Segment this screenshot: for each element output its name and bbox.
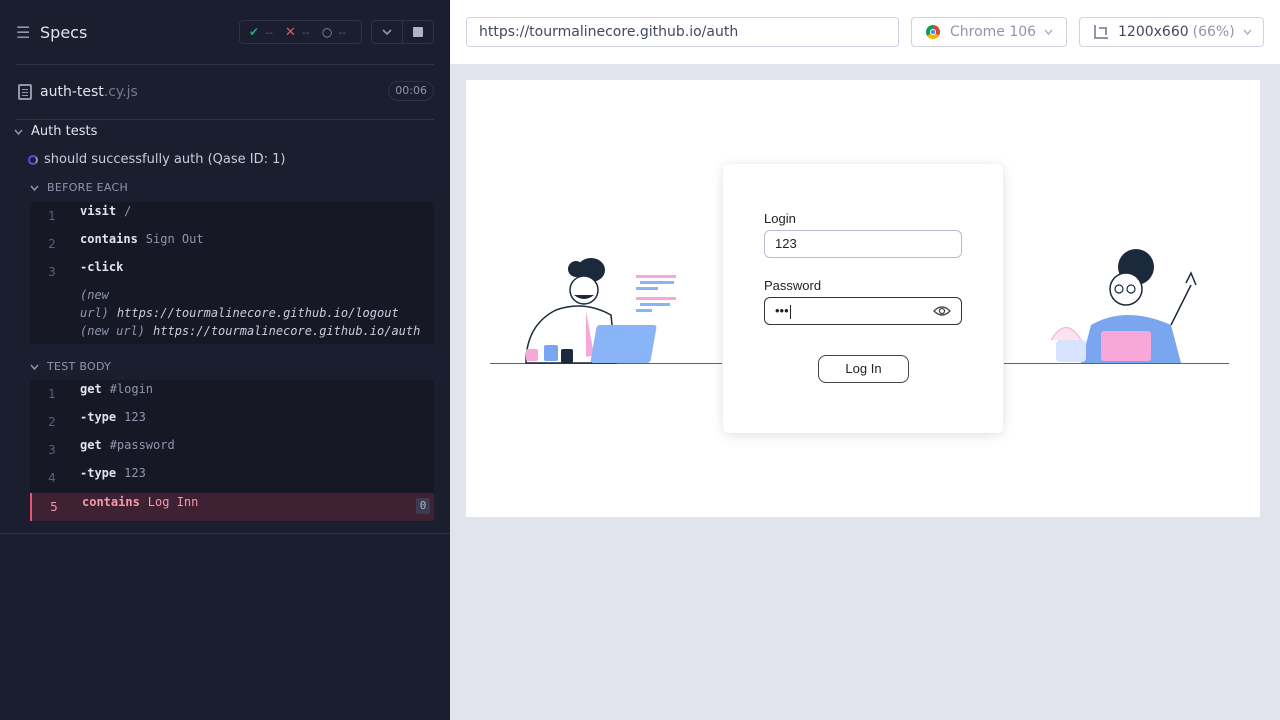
test-title: should successfully auth (Qase ID: 1) <box>44 152 286 167</box>
divider <box>0 533 450 534</box>
specs-title[interactable]: Specs <box>40 23 87 42</box>
url-bar[interactable]: https://tourmalinecore.github.io/auth <box>466 17 899 47</box>
hook-label: TEST BODY <box>47 360 112 373</box>
developer-illustration <box>525 258 676 364</box>
browser-name: Chrome 106 <box>950 24 1037 40</box>
url-log[interactable]: (new url) https://tourmalinecore.github.i… <box>80 322 420 340</box>
file-icon <box>18 84 32 100</box>
command-row-failed[interactable]: 5 contains Log Inn 0 <box>30 493 434 521</box>
url-log-url: https://tourmalinecore.github.io/logout <box>116 306 399 320</box>
divider <box>16 64 434 65</box>
login-button[interactable]: Log In <box>818 355 909 383</box>
command-arg: 123 <box>124 466 146 480</box>
command-name: -type <box>80 410 117 424</box>
before-each-commands: 1 visit / 2 contains Sign Out 3 -click (ne… <box>30 202 434 344</box>
app-viewport: Login 123 Password ••• Log In <box>466 80 1260 517</box>
test-row[interactable]: should successfully auth (Qase ID: 1) <box>28 152 285 167</box>
command-row[interactable]: 3 get #password <box>30 436 434 464</box>
command-name: contains <box>80 232 138 246</box>
chrome-icon <box>926 25 940 39</box>
command-name: -click <box>80 260 124 274</box>
command-arg: / <box>124 204 132 218</box>
spinner-icon: ○ <box>321 25 333 39</box>
password-input[interactable]: ••• <box>764 297 962 325</box>
test-body-commands: 1 get #login 2 -type 123 3 get #password 4 … <box>30 380 434 522</box>
command-row[interactable]: 3 -click <box>30 258 434 286</box>
stop-icon <box>413 27 423 37</box>
element-count-badge: 0 <box>416 498 430 514</box>
command-name: contains <box>82 495 140 509</box>
pending-count: -- <box>338 25 347 39</box>
chevron-down-icon <box>30 185 39 191</box>
passed-count: -- <box>265 25 274 39</box>
before-each-hook[interactable]: BEFORE EACH <box>30 181 128 194</box>
auto-scroll-button[interactable] <box>371 20 403 44</box>
chevron-down-icon <box>382 29 392 35</box>
spinner-icon <box>28 154 38 165</box>
command-row[interactable]: 1 get #login <box>30 380 434 408</box>
command-number: 3 <box>48 265 56 279</box>
command-number: 1 <box>48 209 56 223</box>
command-arg: Log Inn <box>147 495 199 509</box>
text-cursor <box>789 304 791 319</box>
login-form: Login 123 Password ••• Log In <box>723 164 1003 433</box>
command-arg: Sign Out <box>145 232 204 246</box>
command-name: get <box>80 382 102 396</box>
viewport-selector[interactable]: 1200x660 (66%) <box>1079 17 1264 47</box>
spec-file-row[interactable]: auth-test .cy.js 00:06 <box>16 78 434 106</box>
password-value: ••• <box>775 303 789 318</box>
menu-icon[interactable]: ☰ <box>16 23 32 42</box>
spec-extension: .cy.js <box>103 84 138 100</box>
browser-selector[interactable]: Chrome 106 <box>911 17 1067 47</box>
command-row[interactable]: 2 -type 123 <box>30 408 434 436</box>
command-number: 2 <box>48 415 56 429</box>
url-log-url: https://tourmalinecore.github.io/auth <box>153 324 421 338</box>
chevron-down-icon <box>1243 29 1252 35</box>
command-arg: #password <box>109 438 175 452</box>
hook-label: BEFORE EACH <box>47 181 129 194</box>
command-number: 3 <box>48 443 56 457</box>
viewport-scale: (66%) <box>1192 24 1235 40</box>
command-arg: 123 <box>124 410 146 424</box>
url-log-prefix: (new url) <box>80 288 109 320</box>
command-row[interactable]: 1 visit / <box>30 202 434 230</box>
user-illustration <box>1050 249 1197 363</box>
stop-button[interactable] <box>402 20 434 44</box>
command-row[interactable]: 2 contains Sign Out <box>30 230 434 258</box>
suite-title: Auth tests <box>31 124 98 139</box>
command-name: get <box>80 438 102 452</box>
reporter-panel: ☰ Specs ✔ -- ✕ -- ○ -- auth-test .cy.js 00:0… <box>0 0 450 720</box>
x-icon: ✕ <box>285 24 296 40</box>
command-row[interactable]: 4 -type 123 <box>30 464 434 492</box>
suite-row[interactable]: Auth tests <box>14 124 97 139</box>
aut-header: https://tourmalinecore.github.io/auth Ch… <box>450 0 1280 64</box>
command-number: 1 <box>48 387 56 401</box>
chevron-down-icon <box>30 364 39 370</box>
command-number: 2 <box>48 237 56 251</box>
command-number: 4 <box>48 471 56 485</box>
chevron-down-icon <box>14 129 23 135</box>
command-arg: #login <box>109 382 154 396</box>
divider <box>16 119 434 120</box>
spec-name: auth-test <box>40 84 104 100</box>
url-log-prefix: (new url) <box>80 324 146 338</box>
viewport-icon <box>1094 25 1108 39</box>
eye-icon[interactable] <box>933 304 951 318</box>
check-icon: ✔ <box>249 25 260 39</box>
login-label: Login <box>764 211 796 226</box>
failed-count: -- <box>301 25 310 39</box>
chevron-down-icon <box>1044 29 1053 35</box>
test-stats: ✔ -- ✕ -- ○ -- <box>239 20 362 44</box>
url-log[interactable]: (new url) https://tourmalinecore.github.i… <box>80 286 434 322</box>
command-name: visit <box>80 204 117 218</box>
test-body-hook[interactable]: TEST BODY <box>30 360 111 373</box>
password-label: Password <box>764 278 822 293</box>
duration-badge: 00:06 <box>388 81 434 101</box>
command-name: -type <box>80 466 117 480</box>
viewport-size: 1200x660 <box>1118 24 1189 40</box>
command-number: 5 <box>50 500 58 514</box>
aut-panel: https://tourmalinecore.github.io/auth Ch… <box>450 0 1280 720</box>
login-input[interactable]: 123 <box>764 230 962 258</box>
